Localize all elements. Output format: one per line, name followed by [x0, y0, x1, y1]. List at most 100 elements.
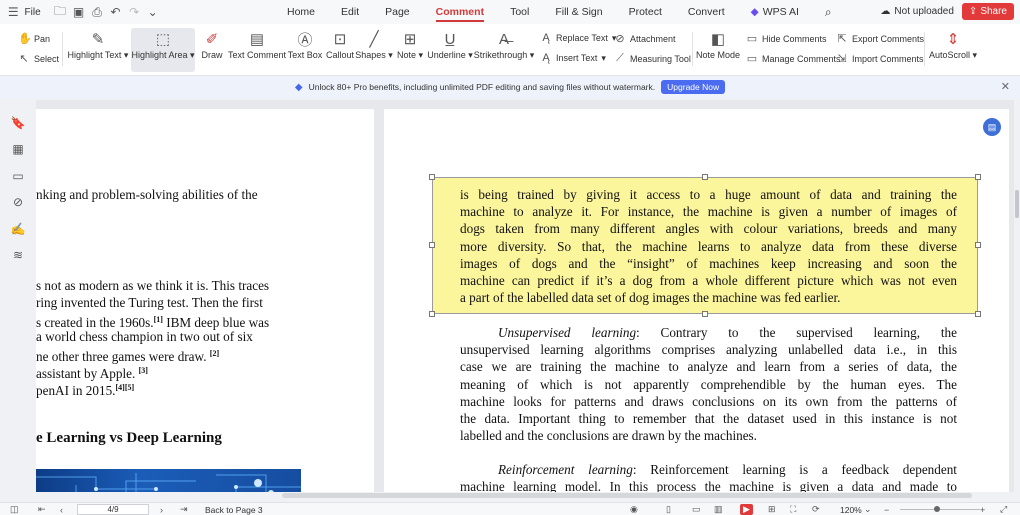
comment-ribbon: ✋ Pan ↖ Select ✎ Highlight Text ▾ ⬚ Highligh…: [0, 24, 1020, 76]
callout-button[interactable]: ⊡ Callout: [325, 28, 355, 60]
insert-text-icon: Ą: [542, 52, 550, 64]
tab-tool[interactable]: Tool: [497, 0, 542, 24]
file-menu[interactable]: File: [25, 7, 41, 18]
document-viewer[interactable]: nking and problem-solving abilities of t…: [36, 100, 1014, 492]
upload-status[interactable]: ☁ Not uploaded: [880, 6, 954, 17]
previous-page-icon[interactable]: ‹: [60, 503, 63, 515]
vertical-scrollbar[interactable]: [1014, 100, 1020, 492]
text-line: more diversity. So that, the machine lea…: [460, 238, 957, 254]
tab-comment[interactable]: Comment: [423, 0, 497, 24]
draw-button[interactable]: ✐ Draw: [199, 28, 225, 60]
circuit-pattern: [36, 473, 301, 492]
comment-icon[interactable]: ▭: [10, 168, 26, 184]
export-comments-button[interactable]: ⇱ Export Comments: [836, 32, 924, 45]
redo-icon[interactable]: ↷: [127, 3, 142, 21]
hide-comments-button[interactable]: ▭ Hide Comments: [746, 32, 827, 45]
resize-handle[interactable]: [975, 311, 981, 317]
search-icon[interactable]: ⌕: [812, 0, 845, 24]
insert-text-button[interactable]: Ą Insert Text ▾: [540, 52, 606, 64]
scrollbar-thumb[interactable]: [1015, 190, 1019, 218]
tab-page[interactable]: Page: [372, 0, 423, 24]
resize-handle[interactable]: [975, 174, 981, 180]
bookmark-icon[interactable]: 🔖: [10, 115, 26, 131]
save-icon[interactable]: ▣: [71, 3, 86, 21]
next-page-icon[interactable]: ›: [160, 503, 163, 515]
resize-handle[interactable]: [429, 242, 435, 248]
zoom-level[interactable]: 120%: [840, 503, 862, 515]
note-mode-button[interactable]: ◧ Note Mode: [696, 28, 740, 60]
thumbnail-icon[interactable]: ▦: [10, 141, 26, 157]
strikethrough-button[interactable]: A̶ Strikethrough ▾: [474, 28, 535, 61]
text-comment-button[interactable]: ▤ Text Comment: [228, 28, 286, 60]
text-box-button[interactable]: Ⓐ Text Box: [288, 28, 323, 61]
autoscroll-button[interactable]: ⇕ AutoScroll ▾: [929, 28, 977, 61]
resize-handle[interactable]: [429, 311, 435, 317]
replace-text-button[interactable]: Ą Replace Text ▾: [540, 32, 616, 44]
sidebar-toggle-icon[interactable]: ◫: [10, 503, 19, 515]
text-line: machine looks for patterns and draws con…: [460, 393, 957, 409]
highlight-area-button[interactable]: ⬚ Highlight Area ▾: [131, 28, 195, 72]
shapes-button[interactable]: ╱ Shapes ▾: [355, 28, 393, 61]
page-number-input[interactable]: [77, 504, 149, 515]
replace-text-label: Replace Text: [556, 33, 608, 43]
resize-handle[interactable]: [702, 311, 708, 317]
hamburger-menu-icon[interactable]: ☰: [6, 3, 21, 21]
attachment-button[interactable]: ⊘ Attachment: [614, 32, 675, 45]
text-line: a world chess champion in two out of six: [36, 329, 253, 344]
resize-handle[interactable]: [702, 174, 708, 180]
fit-page-icon[interactable]: ⛶: [790, 503, 796, 515]
eye-icon[interactable]: ◉: [630, 503, 638, 515]
tab-edit[interactable]: Edit: [328, 0, 372, 24]
diamond-icon: ◆: [294, 81, 303, 93]
chevron-down-icon: ▾: [601, 52, 606, 63]
rotate-icon[interactable]: ⟳: [812, 503, 820, 515]
manage-comments-button[interactable]: ▭ Manage Comments: [746, 52, 841, 65]
zoom-slider[interactable]: [900, 509, 980, 510]
layers-icon[interactable]: ≋: [10, 247, 26, 263]
single-page-icon[interactable]: ▯: [666, 503, 671, 515]
text-line: case we are training the machine to anal…: [460, 359, 957, 375]
print-icon[interactable]: ⎙: [90, 3, 105, 21]
import-comments-label: Import Comments: [852, 53, 924, 64]
measuring-tool-button[interactable]: ⟋ Measuring Tool: [614, 52, 691, 65]
highlight-text-button[interactable]: ✎ Highlight Text ▾: [68, 28, 129, 61]
first-page-icon[interactable]: ⇤: [38, 503, 46, 515]
attachment-icon[interactable]: ⊘: [10, 194, 26, 210]
continuous-page-icon[interactable]: ▭: [692, 503, 701, 515]
floating-tool-icon[interactable]: ▤: [983, 118, 1001, 136]
wps-ai-icon: ◆: [750, 6, 759, 18]
resize-handle[interactable]: [429, 174, 435, 180]
fit-width-icon[interactable]: ⊞: [768, 503, 776, 515]
zoom-dropdown-icon[interactable]: ⌄: [864, 503, 872, 515]
fullscreen-icon[interactable]: ⤢: [1000, 503, 1007, 515]
text-line: machine can predict if it’s a dog from a…: [460, 273, 957, 288]
tab-fill-sign[interactable]: Fill & Sign: [542, 0, 615, 24]
zoom-out-icon[interactable]: −: [884, 503, 889, 515]
tab-wps-ai[interactable]: ◆ WPS AI: [738, 0, 812, 24]
open-folder-icon[interactable]: 🗀: [53, 3, 68, 21]
tab-convert[interactable]: Convert: [675, 0, 738, 24]
zoom-slider-knob[interactable]: [934, 506, 940, 512]
pan-tool[interactable]: ✋ Pan: [18, 32, 50, 45]
horizontal-scrollbar[interactable]: [282, 493, 972, 498]
two-page-icon[interactable]: ▥: [714, 503, 723, 515]
undo-icon[interactable]: ↶: [108, 3, 123, 21]
tab-protect[interactable]: Protect: [616, 0, 675, 24]
underline-button[interactable]: U̲ Underline ▾: [427, 28, 473, 61]
play-icon[interactable]: ▶: [740, 504, 753, 515]
chevron-down-icon[interactable]: ⌄: [145, 3, 160, 21]
draw-label: Draw: [201, 50, 223, 60]
zoom-in-icon[interactable]: +: [980, 503, 985, 515]
note-button[interactable]: ⊞ Note ▾: [396, 28, 424, 61]
share-button[interactable]: ⇪ Share: [961, 3, 1014, 20]
tab-home[interactable]: Home: [274, 0, 328, 24]
signature-icon[interactable]: ✍: [10, 221, 26, 237]
import-comments-button[interactable]: ⇲ Import Comments: [836, 52, 924, 65]
select-tool[interactable]: ↖ Select: [18, 52, 59, 65]
close-icon[interactable]: ✕: [1001, 80, 1010, 93]
text-line: Unsupervised learning: Contrary to the s…: [498, 324, 957, 341]
resize-handle[interactable]: [975, 242, 981, 248]
upgrade-now-button[interactable]: Upgrade Now: [661, 80, 726, 94]
last-page-icon[interactable]: ⇥: [180, 503, 188, 515]
back-to-page-link[interactable]: Back to Page 3: [205, 503, 263, 515]
